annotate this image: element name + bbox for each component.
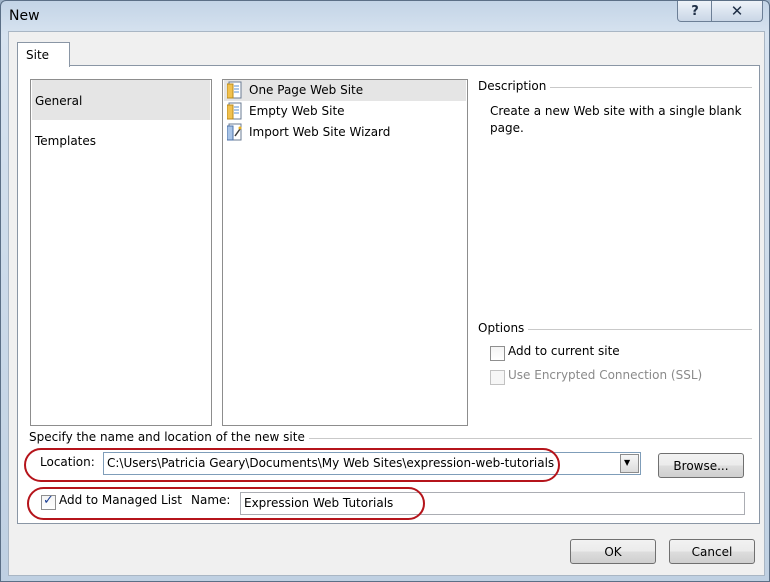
options-heading: Options (478, 321, 529, 335)
chevron-down-icon: ▼ (624, 458, 631, 467)
ssl-label: Use Encrypted Connection (SSL) (508, 368, 703, 382)
help-icon: ? (691, 3, 699, 19)
template-label: Empty Web Site (249, 104, 345, 118)
description-heading: Description (478, 79, 551, 93)
options-divider (528, 329, 752, 330)
add-to-current-site-checkbox[interactable] (490, 346, 505, 361)
category-item-general[interactable]: General (32, 80, 210, 120)
location-dropdown-button[interactable]: ▼ (620, 454, 639, 473)
managed-list-highlight-circle (27, 487, 425, 520)
window-title: New (9, 8, 40, 24)
help-button[interactable]: ? (677, 1, 713, 22)
location-section-heading: Specify the name and location of the new… (29, 430, 309, 444)
location-highlight-circle (24, 448, 560, 482)
category-list[interactable]: General Templates (30, 79, 212, 426)
tab-site-label: Site (26, 48, 50, 62)
template-item-empty[interactable]: Empty Web Site (224, 101, 466, 122)
close-button[interactable]: ✕ (711, 1, 763, 22)
location-divider (300, 438, 752, 439)
template-item-import-wizard[interactable]: Import Web Site Wizard (224, 122, 466, 143)
ssl-checkbox[interactable] (490, 370, 505, 385)
cancel-button[interactable]: Cancel (669, 539, 755, 564)
title-bar: New ? ✕ (1, 1, 769, 31)
template-item-one-page[interactable]: One Page Web Site (224, 80, 466, 101)
wizard-icon (227, 123, 242, 141)
description-text: Create a new Web site with a single blan… (490, 104, 742, 135)
page-icon (227, 102, 242, 120)
new-dialog-window: New ? ✕ Site General Templates One Page … (0, 0, 770, 582)
template-label: Import Web Site Wizard (249, 125, 391, 139)
add-to-current-site-label: Add to current site (508, 344, 620, 358)
close-icon: ✕ (730, 2, 744, 20)
description-divider (548, 87, 752, 88)
browse-button-label: Browse... (673, 458, 729, 473)
template-label: One Page Web Site (249, 83, 364, 97)
category-label: Templates (35, 134, 97, 148)
tab-site[interactable]: Site (17, 42, 70, 67)
ok-button[interactable]: OK (570, 539, 656, 564)
template-list[interactable]: One Page Web Site Empty Web Site Import … (222, 79, 468, 426)
category-item-templates[interactable]: Templates (32, 120, 210, 160)
ok-button-label: OK (604, 544, 622, 559)
browse-button[interactable]: Browse... (658, 453, 744, 478)
category-label: General (35, 94, 83, 108)
cancel-button-label: Cancel (691, 544, 733, 559)
page-icon (227, 81, 242, 99)
dialog-body: Site General Templates One Page Web Site (8, 31, 765, 576)
